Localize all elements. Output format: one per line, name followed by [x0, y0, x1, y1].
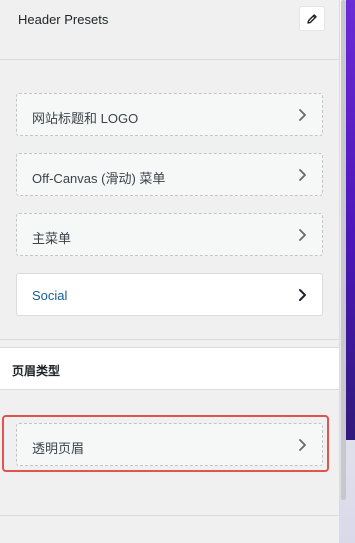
pencil-icon: [307, 13, 317, 24]
menu-item-label: 主菜单: [32, 231, 72, 246]
section-title: 页眉类型: [12, 364, 61, 378]
preview-accent-bar: [346, 0, 355, 440]
edit-button[interactable]: [299, 6, 325, 31]
header-presets-title: Header Presets: [18, 12, 109, 27]
customizer-panel: Header Presets 网站标题和 LOGO Off-Canvas (滑动…: [0, 0, 340, 543]
divider: [0, 339, 339, 340]
menu-item-social[interactable]: Social: [16, 273, 323, 316]
menu-item-site-title-logo[interactable]: 网站标题和 LOGO: [16, 93, 323, 136]
chevron-right-icon: [299, 229, 306, 241]
chevron-right-icon: [299, 439, 306, 451]
header-presets-row[interactable]: Header Presets: [0, 0, 339, 60]
header-type-section: 页眉类型: [0, 347, 339, 390]
divider: [0, 515, 339, 516]
menu-item-label: 透明页眉: [32, 441, 85, 456]
menu-item-main-menu[interactable]: 主菜单: [16, 213, 323, 256]
menu-item-label: Social: [32, 288, 68, 303]
chevron-right-icon: [299, 169, 306, 181]
menu-item-label: Off-Canvas (滑动) 菜单: [32, 171, 166, 186]
chevron-right-icon: [299, 289, 306, 301]
menu-item-label: 网站标题和 LOGO: [32, 111, 139, 126]
menu-item-off-canvas-menu[interactable]: Off-Canvas (滑动) 菜单: [16, 153, 323, 196]
chevron-right-icon: [299, 109, 306, 121]
menu-item-transparent-header[interactable]: 透明页眉: [16, 423, 323, 466]
